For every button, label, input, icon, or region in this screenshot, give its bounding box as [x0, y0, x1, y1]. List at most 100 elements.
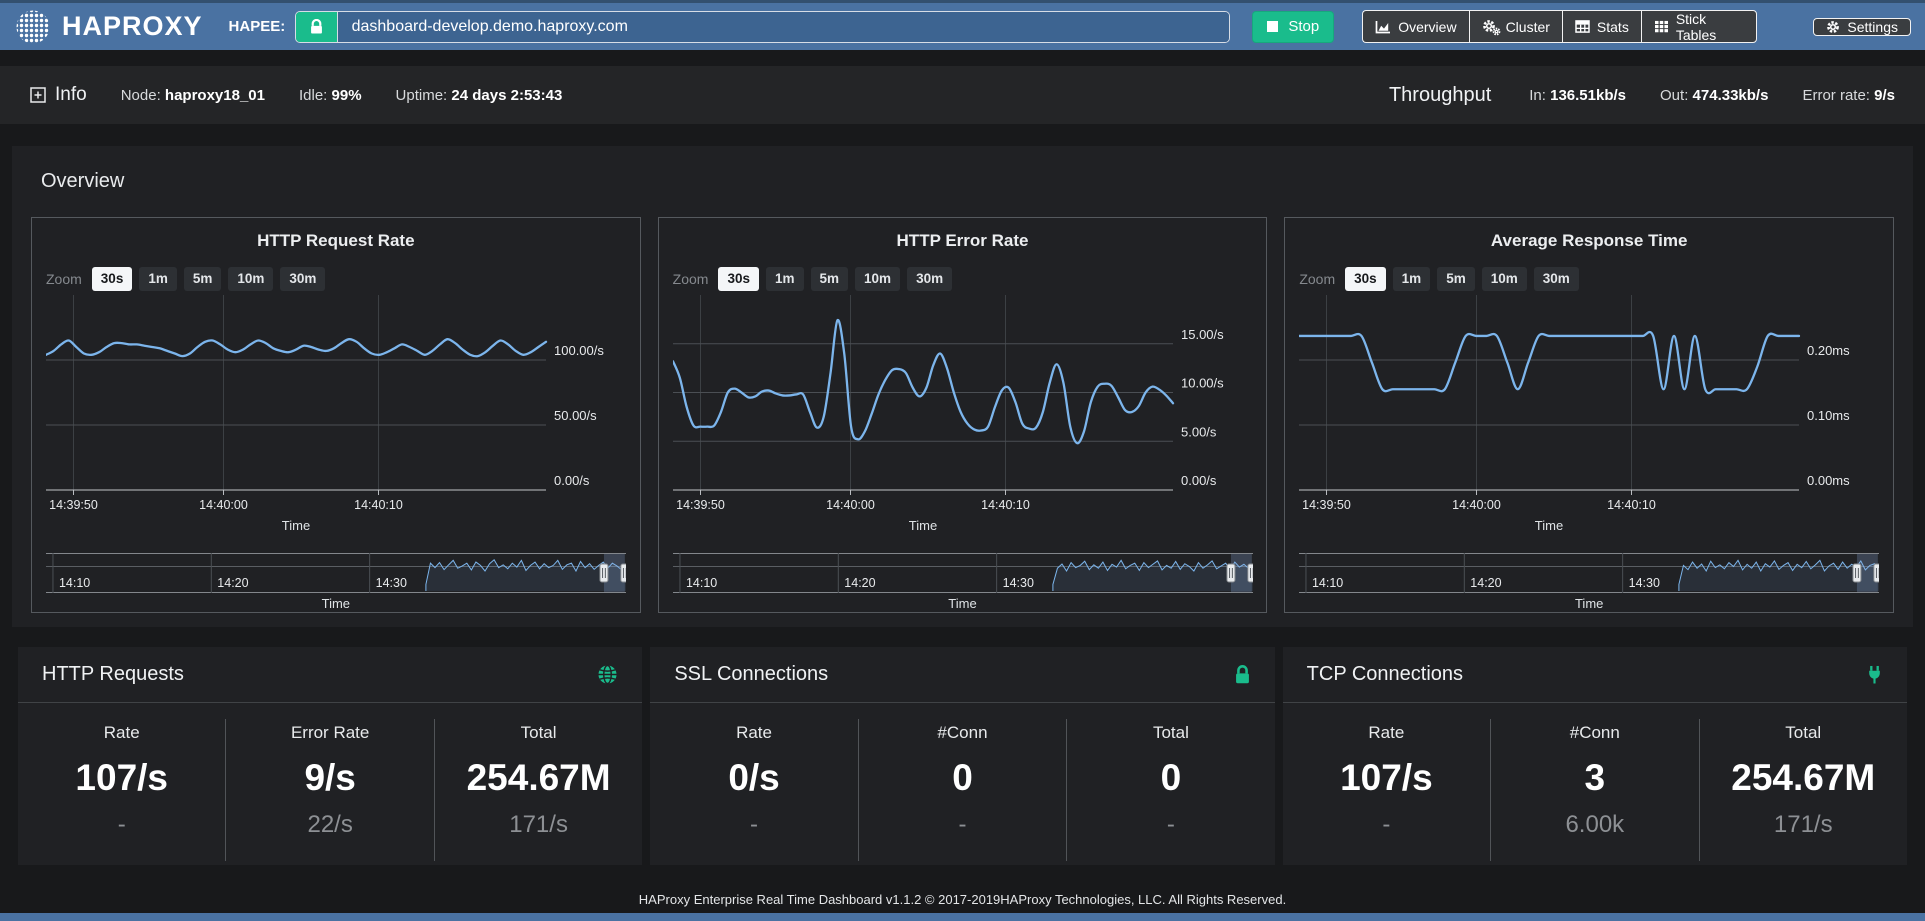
zoom-1m-button[interactable]: 1m: [766, 267, 804, 291]
zoom-5m-button[interactable]: 5m: [811, 267, 849, 291]
zoom-1m-button[interactable]: 1m: [139, 267, 177, 291]
zoom-30s-button[interactable]: 30s: [92, 267, 133, 291]
zoom-30m-button[interactable]: 30m: [280, 267, 325, 291]
conn-stat: #Conn 0 -: [859, 719, 1067, 861]
chart-plot-area[interactable]: 14:39:5014:40:0014:40:10100.00/s50.00/s0…: [46, 295, 626, 536]
zoom-label: Zoom: [46, 271, 82, 287]
rate-stat: Rate 107/s -: [1283, 719, 1491, 861]
stop-icon: [1267, 21, 1278, 32]
svg-text:0.10ms: 0.10ms: [1807, 408, 1850, 423]
svg-text:0.00/s: 0.00/s: [1181, 473, 1217, 488]
haproxy-logo: HAPROXY: [14, 8, 203, 46]
zoom-30s-button[interactable]: 30s: [718, 267, 759, 291]
navigator-time-label: Time: [1299, 596, 1879, 611]
svg-text:14:39:50: 14:39:50: [1303, 498, 1352, 512]
zoom-row: Zoom 30s 1m 5m 10m 30m: [1299, 267, 1879, 291]
svg-text:Time: Time: [908, 518, 936, 533]
plus-square-icon: [30, 87, 46, 103]
svg-text:100.00/s: 100.00/s: [554, 343, 604, 358]
ssl-connections-card: SSL Connections Rate 0/s - #Conn 0 - Tot…: [650, 647, 1274, 865]
zoom-label: Zoom: [673, 271, 709, 287]
view-switcher: Overview Cluster: [1362, 10, 1757, 43]
info-bar: Info Node: haproxy18_01 Idle: 99% Uptime…: [0, 66, 1925, 124]
overview-section: Overview HTTP Request Rate Zoom 30s 1m 5…: [12, 146, 1913, 627]
url-input[interactable]: [338, 12, 1230, 42]
out-stat: Out: 474.33kb/s: [1660, 87, 1768, 104]
info-expander[interactable]: Info: [30, 84, 87, 106]
summary-cards: HTTP Requests Rate 107/s - Error Rate 9/…: [18, 647, 1907, 865]
bottom-accent-strip: [0, 913, 1925, 921]
card-title: SSL Connections: [674, 663, 828, 686]
chart-plot-area[interactable]: 14:39:50 14:40:00 14:40:10 0.20ms 0.10ms 0.00…: [1299, 295, 1879, 536]
hapee-label: HAPEE:: [229, 18, 286, 35]
zoom-5m-button[interactable]: 5m: [184, 267, 222, 291]
throughput-title: Throughput: [1389, 84, 1491, 107]
svg-text:14:40:10: 14:40:10: [1608, 498, 1657, 512]
stats-button[interactable]: Stats: [1562, 10, 1641, 43]
stop-label: Stop: [1288, 18, 1319, 35]
svg-text:14:39:50: 14:39:50: [676, 498, 725, 512]
cluster-label: Cluster: [1506, 19, 1550, 35]
lock-button[interactable]: [296, 12, 337, 42]
zoom-30s-button[interactable]: 30s: [1345, 267, 1386, 291]
zoom-5m-button[interactable]: 5m: [1437, 267, 1475, 291]
total-stat: Total 254.67M 171/s: [435, 719, 642, 861]
overview-button[interactable]: Overview: [1362, 10, 1468, 43]
error-rate-stat: Error Rate 9/s 22/s: [226, 719, 434, 861]
gears-icon: [1482, 19, 1499, 35]
http-error-rate-panel: HTTP Error Rate Zoom 30s 1m 5m 10m 30m 1…: [658, 217, 1268, 613]
error-rate-stat: Error rate: 9/s: [1802, 87, 1895, 104]
svg-text:0.20ms: 0.20ms: [1807, 343, 1850, 358]
zoom-30m-button[interactable]: 30m: [907, 267, 952, 291]
svg-text:10.00/s: 10.00/s: [1181, 376, 1224, 391]
rate-stat: Rate 107/s -: [18, 719, 226, 861]
url-bar: [295, 11, 1230, 43]
svg-text:14:30: 14:30: [376, 576, 407, 590]
svg-text:14:10: 14:10: [59, 576, 90, 590]
section-title: Overview: [41, 170, 1894, 193]
top-navbar: HAPROXY HAPEE: Stop Overview: [0, 0, 1925, 50]
cluster-button[interactable]: Cluster: [1469, 10, 1562, 43]
idle-stat: Idle: 99%: [299, 87, 362, 104]
stop-button[interactable]: Stop: [1252, 11, 1334, 43]
svg-text:14:20: 14:20: [844, 576, 875, 590]
svg-text:0.00ms: 0.00ms: [1807, 473, 1850, 488]
rate-stat: Rate 0/s -: [650, 719, 858, 861]
chart-plot-area[interactable]: 14:39:5014:40:0014:40:1015.00/s10.00/s5.…: [673, 295, 1253, 536]
chart-navigator[interactable]: 14:10 14:20 14:30: [46, 553, 626, 593]
zoom-row: Zoom 30s 1m 5m 10m 30m: [46, 267, 626, 291]
info-label: Info: [55, 84, 87, 106]
zoom-label: Zoom: [1299, 271, 1335, 287]
total-stat: Total 254.67M 171/s: [1700, 719, 1907, 861]
overview-label: Overview: [1398, 19, 1456, 35]
svg-text:14:40:10: 14:40:10: [354, 498, 403, 512]
zoom-30m-button[interactable]: 30m: [1534, 267, 1579, 291]
chart-navigator[interactable]: 14:1014:2014:30: [673, 553, 1253, 593]
tcp-connections-card: TCP Connections Rate 107/s - #Conn 3 6.0…: [1283, 647, 1907, 865]
svg-text:5.00/s: 5.00/s: [1181, 424, 1217, 439]
zoom-10m-button[interactable]: 10m: [1482, 267, 1527, 291]
lock-icon: [310, 19, 323, 35]
total-stat: Total 0 -: [1067, 719, 1274, 861]
svg-text:Time: Time: [282, 518, 310, 533]
footer-text: HAProxy Enterprise Real Time Dashboard v…: [0, 892, 1925, 907]
chart-navigator[interactable]: 14:1014:2014:30: [1299, 553, 1879, 593]
settings-button[interactable]: Settings: [1813, 18, 1911, 36]
stick-tables-label: Stick Tables: [1676, 11, 1745, 43]
zoom-10m-button[interactable]: 10m: [855, 267, 900, 291]
svg-text:14:40:00: 14:40:00: [199, 498, 248, 512]
http-request-rate-panel: HTTP Request Rate Zoom 30s 1m 5m 10m 30m…: [31, 217, 641, 613]
stick-tables-button[interactable]: Stick Tables: [1641, 10, 1758, 43]
chart-title: HTTP Error Rate: [673, 231, 1253, 251]
svg-text:14:20: 14:20: [217, 576, 248, 590]
svg-text:14:30: 14:30: [1002, 576, 1033, 590]
table-icon: [1575, 20, 1590, 33]
zoom-10m-button[interactable]: 10m: [228, 267, 273, 291]
zoom-row: Zoom 30s 1m 5m 10m 30m: [673, 267, 1253, 291]
http-requests-card: HTTP Requests Rate 107/s - Error Rate 9/…: [18, 647, 642, 865]
svg-text:14:40:00: 14:40:00: [1453, 498, 1502, 512]
gear-icon: [1826, 20, 1840, 34]
svg-text:50.00/s: 50.00/s: [554, 408, 597, 423]
zoom-1m-button[interactable]: 1m: [1393, 267, 1431, 291]
navigator-time-label: Time: [46, 596, 626, 611]
